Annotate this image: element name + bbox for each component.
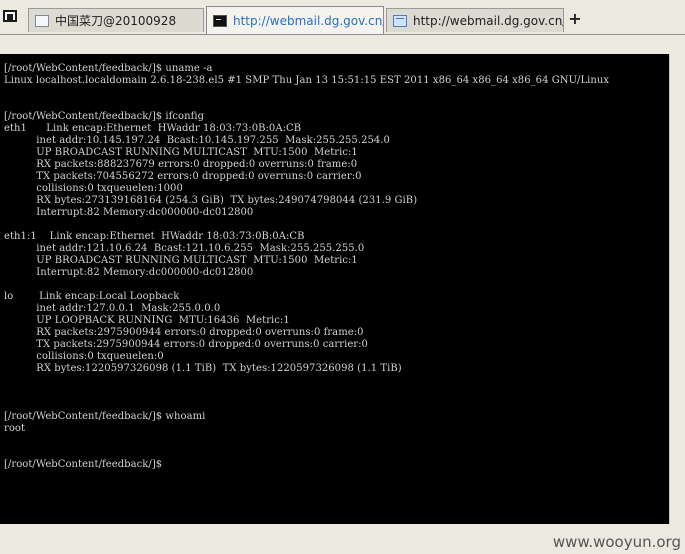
terminal-line: [/root/WebContent/feedback/]$ whoami <box>4 411 206 422</box>
terminal-line: RX packets:2975900944 errors:0 dropped:0… <box>4 327 364 338</box>
terminal-scrollbar[interactable] <box>669 54 685 524</box>
terminal-line: [/root/WebContent/feedback/]$ <box>4 459 163 470</box>
terminal-output[interactable]: [/root/WebContent/feedback/]$ uname -a Li… <box>0 54 669 524</box>
terminal-line: Interrupt:82 Memory:dc000000-dc012800 <box>4 207 254 218</box>
tab-strip: 中国菜刀@20100928 http://webmail.dg.gov.cn/f… <box>0 0 685 35</box>
tab-label: http://webmail.dg.gov.cn/fee... <box>233 13 383 28</box>
terminal-line: collisions:0 txqueuelen:1000 <box>4 183 183 194</box>
terminal-line: UP LOOPBACK RUNNING MTU:16436 Metric:1 <box>4 315 290 326</box>
terminal-line: inet addr:127.0.0.1 Mask:255.0.0.0 <box>4 303 221 314</box>
panel-toggle-icon[interactable] <box>3 10 17 22</box>
tab-caidao[interactable]: 中国菜刀@20100928 <box>28 8 204 32</box>
terminal-text: [/root/WebContent/feedback/]$ uname -a Li… <box>4 63 609 471</box>
terminal-line: inet addr:10.145.197.24 Bcast:10.145.197… <box>4 135 390 146</box>
tab-terminal[interactable]: http://webmail.dg.gov.cn/fee... <box>206 6 384 34</box>
terminal-line: eth1 Link encap:Ethernet HWaddr 18:03:73… <box>4 123 302 134</box>
terminal-line: [/root/WebContent/feedback/]$ uname -a <box>4 63 213 74</box>
tab-label: http://webmail.dg.gov.cn/fee... <box>413 13 563 28</box>
terminal-line: [/root/WebContent/feedback/]$ ifconfig <box>4 111 205 122</box>
app-window: 中国菜刀@20100928 http://webmail.dg.gov.cn/f… <box>0 0 685 554</box>
new-tab-button[interactable]: + <box>568 11 582 27</box>
watermark-text: www.wooyun.org <box>552 533 681 551</box>
tab-label: 中国菜刀@20100928 <box>55 14 177 28</box>
terminal-line: lo Link encap:Local Loopback <box>4 291 180 302</box>
terminal-line: RX bytes:1220597326098 (1.1 TiB) TX byte… <box>4 363 402 374</box>
terminal-line: Interrupt:82 Memory:dc000000-dc012800 <box>4 267 254 278</box>
terminal-icon <box>213 14 227 27</box>
terminal-line: eth1:1 Link encap:Ethernet HWaddr 18:03:… <box>4 231 305 242</box>
terminal-line: Linux localhost.localdomain 2.6.18-238.e… <box>4 75 610 86</box>
status-area: www.wooyun.org <box>0 524 685 554</box>
terminal-line: UP BROADCAST RUNNING MULTICAST MTU:1500 … <box>4 147 358 158</box>
tab-webmail[interactable]: http://webmail.dg.gov.cn/fee... <box>386 8 564 32</box>
terminal-line: TX packets:704556272 errors:0 dropped:0 … <box>4 171 362 182</box>
terminal-line: RX packets:888237679 errors:0 dropped:0 … <box>4 159 358 170</box>
terminal-line: RX bytes:273139168164 (254.3 GiB) TX byt… <box>4 195 418 206</box>
terminal-line: inet addr:121.10.6.24 Bcast:121.10.6.255… <box>4 243 365 254</box>
terminal-line: root <box>4 423 26 434</box>
web-icon <box>393 14 407 27</box>
page-icon <box>35 14 49 27</box>
terminal-line: TX packets:2975900944 errors:0 dropped:0… <box>4 339 368 350</box>
terminal-line: collisions:0 txqueuelen:0 <box>4 351 164 362</box>
terminal-line: UP BROADCAST RUNNING MULTICAST MTU:1500 … <box>4 255 358 266</box>
